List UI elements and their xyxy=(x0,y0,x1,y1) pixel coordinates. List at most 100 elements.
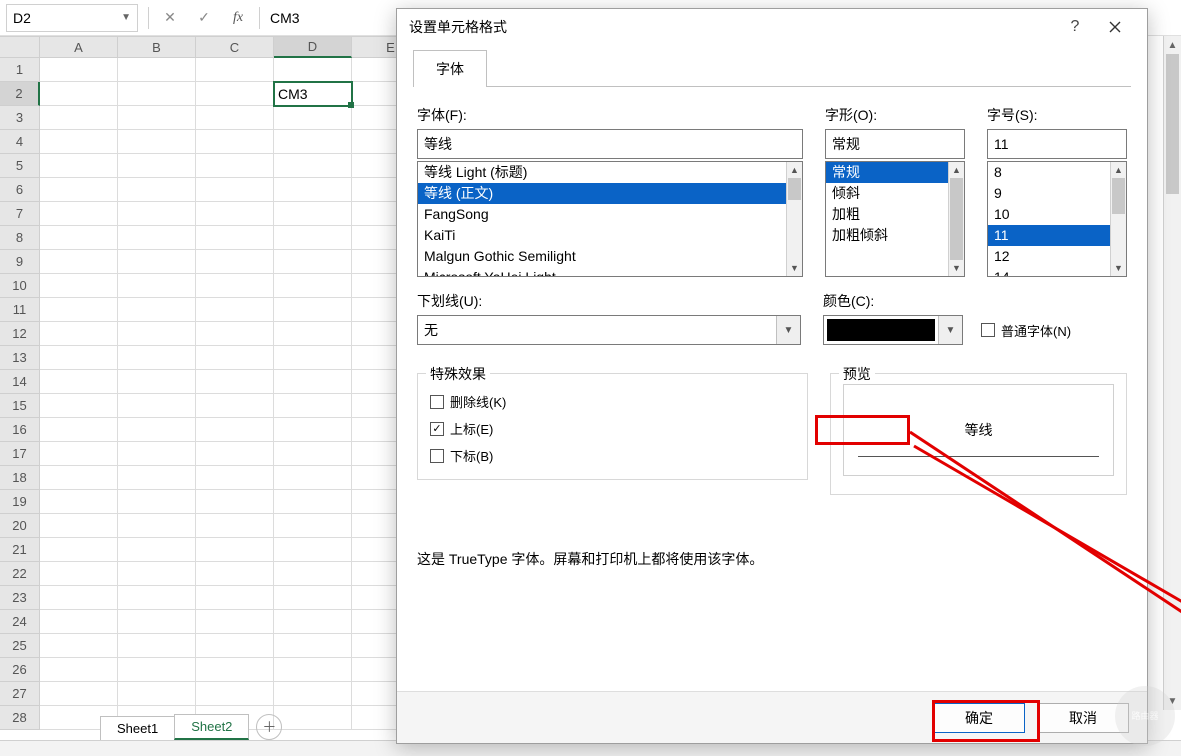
cell[interactable] xyxy=(118,442,196,466)
cell[interactable] xyxy=(196,346,274,370)
cell[interactable] xyxy=(40,154,118,178)
cell[interactable] xyxy=(40,682,118,706)
list-option[interactable]: 9 xyxy=(988,183,1110,204)
cell[interactable] xyxy=(118,154,196,178)
cell[interactable] xyxy=(118,682,196,706)
color-combo[interactable]: ▼ xyxy=(823,315,963,345)
cell[interactable] xyxy=(40,514,118,538)
list-option[interactable]: 加粗倾斜 xyxy=(826,225,948,246)
style-list[interactable]: 常规倾斜加粗加粗倾斜 ▲▼ xyxy=(825,161,965,277)
cell[interactable] xyxy=(118,634,196,658)
cell[interactable] xyxy=(196,418,274,442)
cell[interactable] xyxy=(118,562,196,586)
cell[interactable] xyxy=(274,682,352,706)
col-header[interactable]: C xyxy=(196,36,274,58)
dialog-titlebar[interactable]: 设置单元格格式 ? xyxy=(397,9,1147,45)
row-header[interactable]: 18 xyxy=(0,466,40,490)
add-sheet-button[interactable]: ＋ xyxy=(256,714,282,740)
cell[interactable] xyxy=(196,226,274,250)
cell[interactable] xyxy=(274,178,352,202)
cell[interactable] xyxy=(196,202,274,226)
row-header[interactable]: 7 xyxy=(0,202,40,226)
style-input[interactable]: 常规 xyxy=(825,129,965,159)
cell[interactable] xyxy=(274,298,352,322)
list-option[interactable]: 等线 (正文) xyxy=(418,183,786,204)
ok-button[interactable]: 确定 xyxy=(933,703,1025,733)
cell[interactable] xyxy=(274,658,352,682)
fx-icon[interactable]: fx xyxy=(221,4,255,32)
subscript-checkbox[interactable] xyxy=(430,449,444,463)
cell[interactable] xyxy=(118,130,196,154)
list-option[interactable]: 14 xyxy=(988,267,1110,276)
list-option[interactable]: KaiTi xyxy=(418,225,786,246)
cell[interactable] xyxy=(40,130,118,154)
close-button[interactable] xyxy=(1095,12,1135,42)
cell[interactable] xyxy=(40,346,118,370)
list-option[interactable]: 常规 xyxy=(826,162,948,183)
cell[interactable] xyxy=(118,58,196,82)
cell[interactable] xyxy=(40,394,118,418)
name-box[interactable]: D2 ▼ xyxy=(6,4,138,32)
cell[interactable] xyxy=(274,394,352,418)
row-header[interactable]: 1 xyxy=(0,58,40,82)
cell[interactable] xyxy=(118,82,196,106)
cell[interactable] xyxy=(196,490,274,514)
underline-combo[interactable]: 无 ▼ xyxy=(417,315,801,345)
row-header[interactable]: 10 xyxy=(0,274,40,298)
row-header[interactable]: 6 xyxy=(0,178,40,202)
name-box-dropdown-icon[interactable]: ▼ xyxy=(121,12,131,23)
cell[interactable] xyxy=(40,322,118,346)
cell[interactable] xyxy=(196,466,274,490)
cell[interactable] xyxy=(40,538,118,562)
font-list[interactable]: 等线 Light (标题)等线 (正文)FangSongKaiTiMalgun … xyxy=(417,161,803,277)
row-header[interactable]: 21 xyxy=(0,538,40,562)
cell[interactable] xyxy=(118,202,196,226)
cell[interactable] xyxy=(118,610,196,634)
cell[interactable] xyxy=(196,634,274,658)
cell[interactable] xyxy=(40,562,118,586)
row-header[interactable]: 19 xyxy=(0,490,40,514)
cell[interactable] xyxy=(40,106,118,130)
row-header[interactable]: 25 xyxy=(0,634,40,658)
list-option[interactable]: 等线 Light (标题) xyxy=(418,162,786,183)
cell[interactable] xyxy=(40,82,118,106)
cell[interactable] xyxy=(118,298,196,322)
vertical-scrollbar[interactable]: ▲ ▼ xyxy=(1163,36,1181,710)
cell[interactable] xyxy=(274,130,352,154)
cell[interactable] xyxy=(274,610,352,634)
sheet-tab[interactable]: Sheet2 xyxy=(174,714,249,740)
cell[interactable] xyxy=(118,394,196,418)
cell[interactable] xyxy=(196,58,274,82)
cell[interactable]: CM3 xyxy=(274,82,352,106)
cell[interactable] xyxy=(274,586,352,610)
cell[interactable] xyxy=(196,250,274,274)
cell[interactable] xyxy=(118,538,196,562)
col-header[interactable]: D xyxy=(274,36,352,58)
cell[interactable] xyxy=(196,586,274,610)
scroll-up-icon[interactable]: ▲ xyxy=(1164,36,1181,54)
cell[interactable] xyxy=(40,466,118,490)
list-option[interactable]: 11 xyxy=(988,225,1110,246)
cell[interactable] xyxy=(274,106,352,130)
row-header[interactable]: 16 xyxy=(0,418,40,442)
cell[interactable] xyxy=(274,538,352,562)
cell[interactable] xyxy=(40,490,118,514)
cell[interactable] xyxy=(274,706,352,730)
row-header[interactable]: 2 xyxy=(0,82,40,106)
dropdown-icon[interactable]: ▼ xyxy=(938,316,962,344)
cell[interactable] xyxy=(196,130,274,154)
list-option[interactable]: Malgun Gothic Semilight xyxy=(418,246,786,267)
cell[interactable] xyxy=(196,682,274,706)
help-button[interactable]: ? xyxy=(1055,12,1095,42)
cell[interactable] xyxy=(118,106,196,130)
cell[interactable] xyxy=(274,466,352,490)
cell[interactable] xyxy=(196,394,274,418)
cell[interactable] xyxy=(196,562,274,586)
cell[interactable] xyxy=(118,586,196,610)
row-header[interactable]: 24 xyxy=(0,610,40,634)
row-header[interactable]: 12 xyxy=(0,322,40,346)
cell[interactable] xyxy=(40,418,118,442)
superscript-checkbox[interactable] xyxy=(430,422,444,436)
cell[interactable] xyxy=(40,610,118,634)
dropdown-icon[interactable]: ▼ xyxy=(776,316,800,344)
